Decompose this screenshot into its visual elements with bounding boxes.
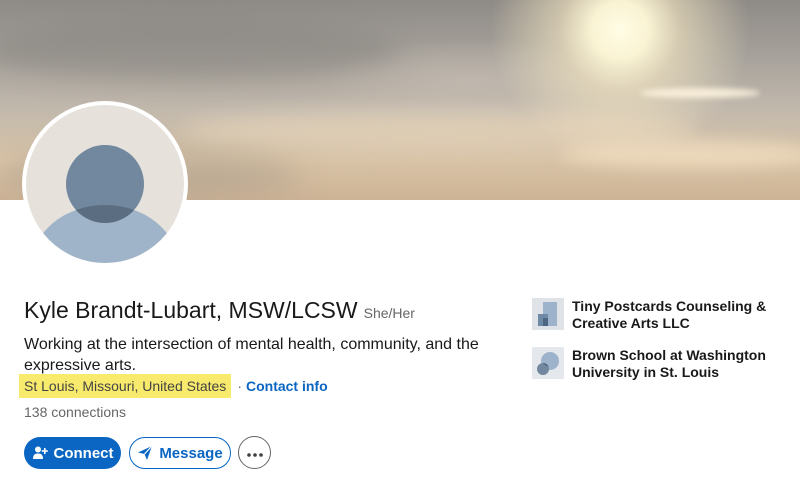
more-horizontal-icon <box>246 444 263 461</box>
avatar[interactable] <box>26 105 184 263</box>
pronouns: She/Her <box>363 305 415 321</box>
profile-headline: Working at the intersection of mental he… <box>24 336 479 374</box>
add-person-icon <box>32 445 48 461</box>
connections-count: 138 connections <box>24 404 126 420</box>
school-name: Brown School at Washington University in… <box>572 347 766 380</box>
connect-button[interactable]: Connect <box>24 437 121 469</box>
location-row: St Louis, Missouri, United States · Cont… <box>19 374 328 398</box>
connect-label: Connect <box>53 444 114 462</box>
send-icon <box>137 445 153 461</box>
location-text: St Louis, Missouri, United States <box>19 374 232 398</box>
profile-name: Kyle Brandt-Lubart, MSW/LCSW <box>24 297 358 323</box>
current-company-item[interactable]: Tiny Postcards Counseling & Creative Art… <box>532 298 782 332</box>
more-actions-button[interactable] <box>238 436 271 469</box>
school-logo-icon <box>532 347 564 379</box>
name-row: Kyle Brandt-Lubart, MSW/LCSW She/Her <box>24 297 415 324</box>
contact-info-link[interactable]: Contact info <box>246 378 328 394</box>
company-logo-icon <box>532 298 564 330</box>
education-item[interactable]: Brown School at Washington University in… <box>532 347 782 381</box>
company-name: Tiny Postcards Counseling & Creative Art… <box>572 298 767 331</box>
message-button[interactable]: Message <box>129 437 231 469</box>
separator-dot: · <box>237 378 242 394</box>
message-label: Message <box>159 444 223 462</box>
